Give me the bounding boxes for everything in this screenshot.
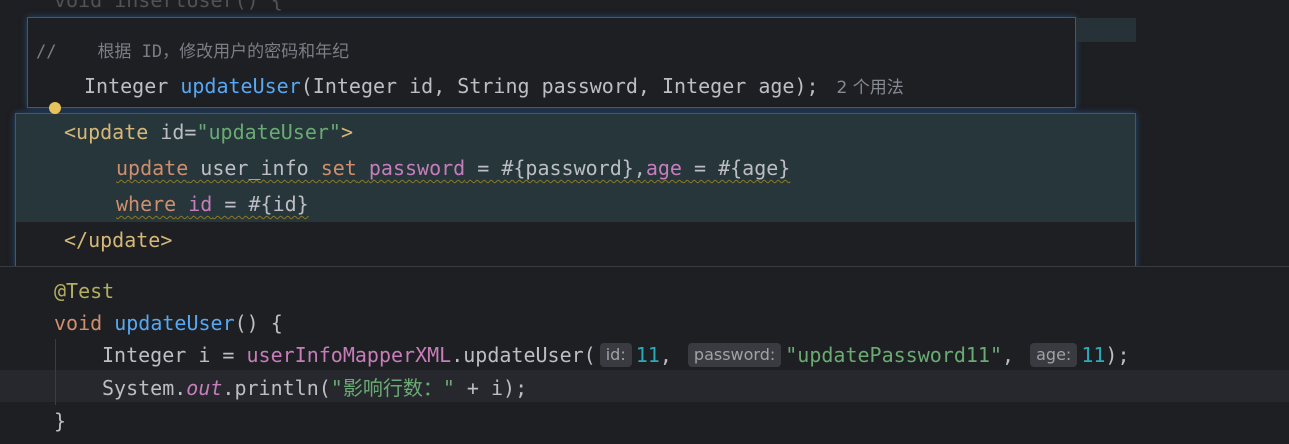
void-keyword: void: [54, 311, 103, 335]
method-paren-brace: () {: [234, 311, 283, 335]
test-annotation: @Test: [54, 279, 115, 303]
code-editor[interactable]: @Test void updateUser() { Integer i = us…: [0, 266, 1289, 444]
call-end: );: [1105, 343, 1130, 367]
out-field: out: [186, 376, 223, 400]
arg-id-value: 11: [635, 343, 660, 367]
xml-tag-open-end: >: [340, 120, 354, 144]
closing-brace: }: [54, 409, 67, 433]
usages-link[interactable]: 2 个用法: [837, 78, 904, 98]
sql-update-line: update user_info set password = #{passwo…: [16, 152, 790, 184]
xml-mapper-preview-popup[interactable]: <update id="updateUser"> update user_inf…: [15, 113, 1136, 268]
xml-attr-name: id=: [148, 120, 197, 144]
update-call[interactable]: .updateUser(: [451, 343, 596, 367]
arg-age-value: 11: [1081, 343, 1106, 367]
param-hint-id: id:: [599, 343, 632, 367]
method-declaration[interactable]: Integer updateUser(Integer id, String pa…: [84, 70, 904, 102]
method-name[interactable]: updateUser: [180, 74, 300, 98]
method-params: (Integer id, String password, Integer ag…: [300, 74, 819, 98]
println-call: .println(: [222, 376, 331, 400]
param-hint-password: password:: [687, 343, 782, 367]
arg-separator: ,: [659, 343, 684, 367]
sql-column-id: id: [188, 192, 213, 216]
sql-column-password: password: [368, 156, 466, 180]
sql-column-age: age: [645, 156, 682, 180]
test-method-signature[interactable]: void updateUser() {: [54, 307, 283, 339]
method-comment: // 根据 ID，修改用户的密码和年纪: [36, 36, 349, 68]
sql-assign-id: = #{id}: [212, 192, 309, 216]
mapper-field[interactable]: userInfoMapperXML: [247, 343, 452, 367]
sql-assign-age: = #{age}: [681, 156, 791, 180]
interface-method-preview-popup[interactable]: // 根据 ID，修改用户的密码和年纪 Integer updateUser(I…: [27, 17, 1136, 108]
param-hint-age: age:: [1030, 343, 1078, 367]
sql-where-line: where id = #{id}: [16, 188, 309, 220]
sql-space: [357, 156, 369, 180]
test-method-name[interactable]: updateUser: [114, 311, 234, 335]
comment-prefix: //: [36, 42, 57, 62]
code-line-update-call[interactable]: Integer i = userInfoMapperXML.updateUser…: [102, 339, 1130, 371]
sql-set-keyword: set: [320, 156, 357, 180]
arg-separator: ,: [1002, 343, 1027, 367]
sql-update-keyword: update: [116, 156, 189, 180]
println-rest: + i);: [454, 376, 528, 400]
var-name: i =: [186, 343, 247, 367]
indent-guide: [55, 339, 56, 405]
xml-close-tag-line: </update>: [64, 224, 172, 256]
sql-table-name: user_info: [188, 156, 321, 180]
println-string: "影响行数：": [330, 376, 455, 400]
sql-where-keyword: where: [116, 192, 177, 216]
code-line-println[interactable]: System.out.println("影响行数：" + i);: [102, 372, 527, 404]
previous-method-ghost: void insertUser() {: [54, 0, 283, 12]
return-type: Integer: [84, 74, 169, 98]
comment-text: 根据 ID，修改用户的密码和年纪: [97, 42, 350, 62]
intention-bulb-icon[interactable]: [49, 102, 61, 114]
sql-assign-password: = #{password},: [465, 156, 646, 180]
xml-tag-open: <update: [64, 120, 149, 144]
system-class: System.: [102, 376, 187, 400]
xml-open-tag-line: <update id="updateUser">: [64, 116, 353, 148]
arg-password-value: "updatePassword11": [785, 343, 1003, 367]
sql-space: [176, 192, 188, 216]
xml-attr-value: "updateUser": [196, 120, 341, 144]
popup-highlight-strip: [1076, 18, 1136, 42]
xml-tag-close: </update>: [64, 228, 173, 252]
var-type: Integer: [102, 343, 187, 367]
